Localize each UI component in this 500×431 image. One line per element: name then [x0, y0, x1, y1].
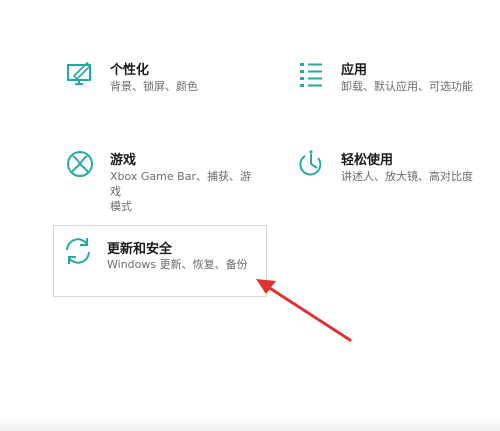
tile-description: Windows 更新、恢复、备份 [107, 258, 248, 271]
tile-description-line: 模式 [110, 200, 132, 213]
tile-description: Xbox Game Bar、捕获、游戏 模式 [110, 169, 260, 214]
ease-of-access-icon [296, 149, 326, 179]
tile-personalization[interactable]: 个性化 背景、锁屏、颜色 [56, 56, 236, 104]
tile-title: 个性化 [110, 63, 150, 78]
tile-gaming[interactable]: 游戏 Xbox Game Bar、捕获、游戏 模式 [56, 146, 251, 213]
tile-description-line: Xbox Game Bar、捕获、游戏 [110, 170, 251, 198]
xbox-icon [65, 149, 95, 179]
tile-title: 轻松使用 [341, 153, 394, 168]
update-security-icon [63, 236, 93, 266]
personalization-icon [65, 59, 95, 89]
tile-title: 更新和安全 [107, 242, 173, 257]
tile-description: 讲述人、放大镜、高对比度 [341, 170, 473, 183]
tile-description: 卸载、默认应用、可选功能 [341, 80, 473, 93]
settings-page: 个性化 背景、锁屏、颜色 应用 卸载、默认应用、可选功能 游戏 Xbox Gam… [0, 0, 500, 431]
tile-title: 游戏 [110, 153, 137, 168]
apps-icon [296, 59, 326, 89]
tile-description: 背景、锁屏、颜色 [110, 80, 198, 93]
tile-apps[interactable]: 应用 卸载、默认应用、可选功能 [287, 56, 487, 104]
tile-update-security[interactable]: 更新和安全 Windows 更新、恢复、备份 [53, 225, 267, 297]
bottom-edge [0, 417, 500, 431]
tile-ease-of-access[interactable]: 轻松使用 讲述人、放大镜、高对比度 [287, 146, 487, 194]
tile-title: 应用 [341, 63, 368, 78]
